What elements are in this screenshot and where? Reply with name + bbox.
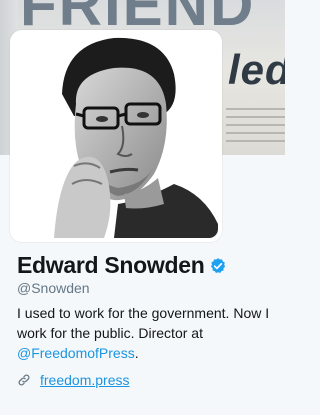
profile-website-row: freedom.press [17,372,129,388]
profile-website-link[interactable]: freedom.press [40,372,129,388]
bio-mention-link[interactable]: @FreedomofPress [17,345,135,361]
banner-text-line [226,124,285,126]
avatar-frame[interactable] [10,30,222,242]
profile-handle[interactable]: @Snowden [17,280,90,296]
link-icon [18,374,30,386]
banner-word-text: led [228,46,285,93]
banner-text-line [226,116,285,118]
profile-bio: I used to work for the government. Now I… [17,303,282,363]
profile-name[interactable]: Edward Snowden [17,252,205,279]
banner-text-line [226,140,285,142]
verified-badge-icon [211,257,226,273]
bio-end: . [134,345,139,361]
avatar-portrait [14,34,218,238]
bio-text: I used to work for the government. Now I… [17,305,270,341]
profile-name-row: Edward Snowden [17,252,227,279]
banner-text-line [226,108,285,110]
avatar[interactable] [14,34,218,238]
banner-text-line [226,132,285,134]
